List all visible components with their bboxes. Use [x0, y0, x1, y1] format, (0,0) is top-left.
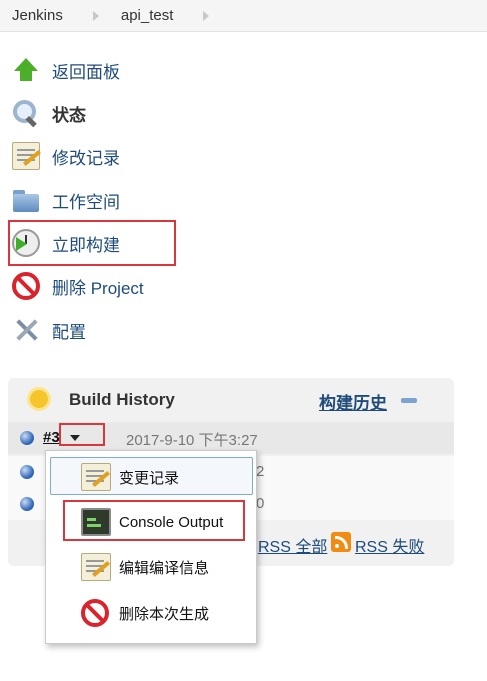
collapse-minus-icon[interactable]: [401, 398, 417, 403]
task-label: 返回面板: [52, 62, 120, 82]
tools-icon: [12, 316, 40, 344]
menu-item-edit-build-info[interactable]: 编辑编译信息: [46, 547, 258, 587]
breadcrumb-jenkins[interactable]: Jenkins: [0, 7, 63, 24]
build-context-menu: 变更记录 Console Output 编辑编译信息 删除本次生成: [45, 450, 257, 644]
menu-item-delete-build[interactable]: 删除本次生成: [46, 593, 258, 633]
blue-ball-status-icon: [20, 497, 34, 511]
breadcrumb-chevron-icon[interactable]: [203, 10, 210, 21]
no-entry-icon: [81, 599, 109, 627]
build-number-link[interactable]: #3: [43, 429, 60, 446]
up-arrow-icon: [12, 56, 40, 84]
menu-item-label: 编辑编译信息: [119, 559, 210, 577]
trend-link[interactable]: 构建历史: [319, 389, 387, 414]
highlight-box-build-now: [8, 220, 176, 266]
rss-all-link[interactable]: RSS 全部: [258, 533, 327, 557]
sun-weather-icon: [30, 390, 48, 408]
build-history-title: Build History: [69, 390, 175, 409]
task-label: 状态: [52, 105, 86, 125]
menu-item-label: 删除本次生成: [119, 605, 210, 623]
task-delete-project[interactable]: 删除 Project: [12, 270, 144, 302]
rss-feed-icon[interactable]: [331, 532, 351, 552]
breadcrumb: Jenkins api_test: [0, 0, 487, 32]
search-icon: [12, 99, 40, 127]
highlight-box-console-output: [63, 500, 245, 541]
task-label: 配置: [52, 322, 86, 342]
task-configure[interactable]: 配置: [12, 314, 86, 346]
menu-item-label: 变更记录: [119, 469, 180, 487]
folder-icon: [12, 186, 40, 214]
build-history-header: Build History 构建历史: [8, 378, 454, 422]
task-label: 修改记录: [52, 148, 120, 168]
task-label: 工作空间: [52, 192, 120, 212]
highlight-box-dropdown-arrow: [59, 423, 105, 446]
breadcrumb-api-test[interactable]: api_test: [99, 7, 174, 24]
task-workspace[interactable]: 工作空间: [12, 184, 120, 216]
menu-item-changes[interactable]: 变更记录: [46, 457, 258, 497]
task-label: 删除 Project: [52, 278, 144, 298]
notepad-icon: [81, 463, 111, 491]
notepad-icon: [12, 142, 40, 170]
blue-ball-status-icon: [20, 465, 34, 479]
notepad-icon: [81, 553, 111, 581]
blue-ball-status-icon: [20, 431, 34, 445]
rss-failures-link[interactable]: RSS 失败: [355, 533, 424, 557]
task-back-to-dashboard[interactable]: 返回面板: [12, 54, 120, 86]
build-date: 2017-9-10 下午3:27: [126, 432, 258, 449]
task-changes[interactable]: 修改记录: [12, 140, 120, 172]
task-status[interactable]: 状态: [12, 97, 86, 129]
no-entry-icon: [12, 272, 40, 300]
